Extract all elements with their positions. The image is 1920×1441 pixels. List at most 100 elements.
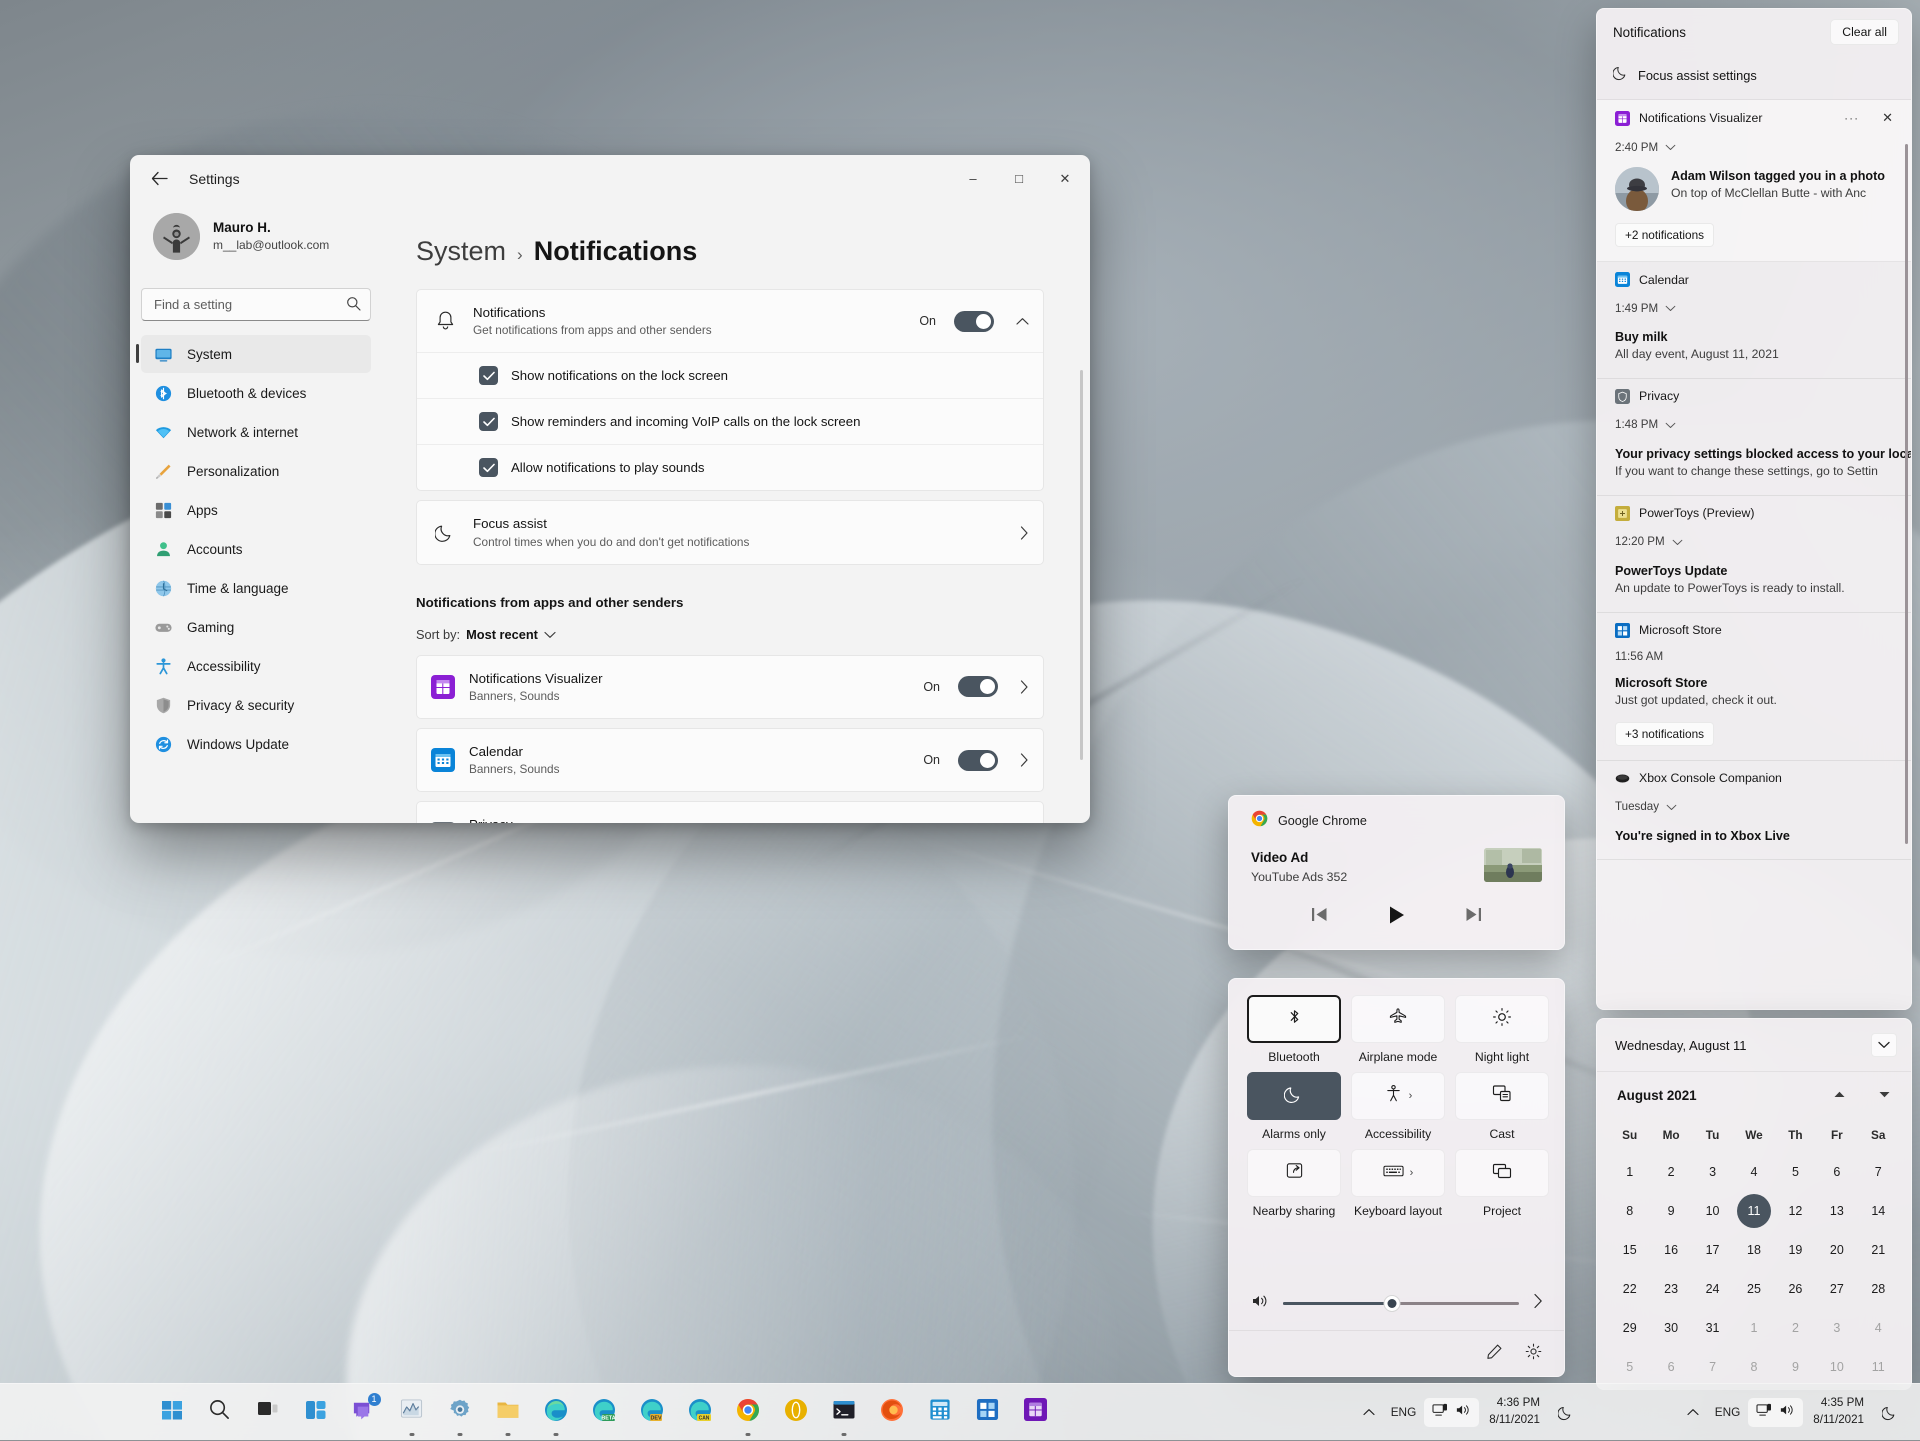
calendar-day[interactable]: 10 [1692, 1191, 1733, 1230]
calendar-day[interactable]: 11 [1733, 1191, 1774, 1230]
gear-icon[interactable] [1525, 1343, 1542, 1365]
notification-overflow-button[interactable]: ··· [1844, 111, 1859, 125]
calendar-day[interactable]: 31 [1692, 1308, 1733, 1347]
calendar-day[interactable]: 4 [1858, 1308, 1899, 1347]
app-graph[interactable] [388, 1384, 436, 1441]
calendar-day[interactable]: 23 [1650, 1269, 1691, 1308]
calendar-day[interactable]: 17 [1692, 1230, 1733, 1269]
notifications-master-row[interactable]: Notifications Get notifications from app… [417, 290, 1043, 352]
skip-back-icon[interactable] [1310, 906, 1329, 928]
pencil-icon[interactable] [1486, 1343, 1503, 1365]
caret-up-icon[interactable] [1833, 1086, 1846, 1104]
notifications-toggle[interactable] [954, 311, 994, 332]
clock-primary[interactable]: 4:36 PM 8/11/2021 [1479, 1395, 1550, 1429]
calculator[interactable] [916, 1384, 964, 1441]
quick-tile-night-light[interactable] [1455, 995, 1549, 1043]
widgets-button[interactable] [292, 1384, 340, 1441]
chevron-up-icon[interactable] [1355, 1392, 1383, 1432]
maximize-button[interactable]: □ [996, 155, 1042, 202]
notification-option-row[interactable]: Show reminders and incoming VoIP calls o… [417, 398, 1043, 444]
sidebar-item-privacy-security[interactable]: Privacy & security [141, 686, 371, 724]
calendar-day[interactable]: 1 [1609, 1152, 1650, 1191]
calendar-day[interactable]: 3 [1692, 1152, 1733, 1191]
checkbox[interactable] [479, 366, 498, 385]
notification-group[interactable]: PowerToys (Preview)12:20 PMPowerToys Upd… [1597, 496, 1911, 613]
sidebar-item-network-internet[interactable]: Network & internet [141, 413, 371, 451]
calendar-day[interactable]: 26 [1775, 1269, 1816, 1308]
quick-tile-nearby-sharing[interactable] [1247, 1149, 1341, 1197]
calendar-day[interactable]: 9 [1775, 1347, 1816, 1386]
notification-group[interactable]: Privacy1:48 PMYour privacy settings bloc… [1597, 379, 1911, 496]
moon-icon[interactable] [1874, 1392, 1906, 1432]
calendar-day[interactable]: 12 [1775, 1191, 1816, 1230]
calendar-day[interactable]: 3 [1816, 1308, 1857, 1347]
quick-tile-accessibility[interactable]: › [1351, 1072, 1445, 1120]
sidebar-item-accounts[interactable]: Accounts [141, 530, 371, 568]
quick-tile-alarms-only[interactable] [1247, 1072, 1341, 1120]
calendar-day[interactable]: 8 [1609, 1191, 1650, 1230]
edge-beta[interactable]: BETA [580, 1384, 628, 1441]
minimize-button[interactable]: – [950, 155, 996, 202]
quick-tile-project[interactable] [1455, 1149, 1549, 1197]
play-icon[interactable] [1387, 905, 1406, 930]
tray-status-group[interactable] [1424, 1398, 1479, 1427]
calendar-day[interactable]: 5 [1609, 1347, 1650, 1386]
app-settings[interactable] [436, 1384, 484, 1441]
breadcrumb-parent[interactable]: System [416, 236, 506, 267]
volume-slider[interactable] [1283, 1302, 1519, 1305]
sidebar-item-apps[interactable]: Apps [141, 491, 371, 529]
sidebar-item-gaming[interactable]: Gaming [141, 608, 371, 646]
chevron-down-icon[interactable] [1665, 138, 1676, 156]
chevron-right-icon[interactable] [1533, 1293, 1544, 1314]
chevron-down-icon[interactable] [1871, 1033, 1897, 1057]
calendar-day[interactable]: 16 [1650, 1230, 1691, 1269]
calendar-day[interactable]: 14 [1858, 1191, 1899, 1230]
microsoft-store[interactable] [964, 1384, 1012, 1441]
sidebar-item-accessibility[interactable]: Accessibility [141, 647, 371, 685]
edge-canary[interactable]: CAN [676, 1384, 724, 1441]
app-notification-toggle[interactable] [958, 750, 998, 771]
quick-tile-airplane-mode[interactable] [1351, 995, 1445, 1043]
more-notifications-button[interactable]: +2 notifications [1615, 223, 1714, 247]
app-notification-row[interactable]: PrivacyBanners, SoundsOn [416, 801, 1044, 823]
windows-terminal[interactable] [820, 1384, 868, 1441]
calendar-day[interactable]: 8 [1733, 1347, 1774, 1386]
volume-slider-thumb[interactable] [1383, 1295, 1400, 1312]
notification-option-row[interactable]: Allow notifications to play sounds [417, 444, 1043, 490]
calendar-day[interactable]: 10 [1816, 1347, 1857, 1386]
opera[interactable] [772, 1384, 820, 1441]
calendar-month-label[interactable]: August 2021 [1617, 1088, 1697, 1103]
calendar-day[interactable]: 9 [1650, 1191, 1691, 1230]
skip-forward-icon[interactable] [1464, 906, 1483, 928]
app-notification-toggle[interactable] [958, 676, 998, 697]
notification-scrollbar[interactable] [1905, 144, 1908, 844]
app-notification-row[interactable]: CalendarBanners, SoundsOn [416, 728, 1044, 792]
tray-status-group[interactable] [1748, 1398, 1803, 1427]
calendar-day[interactable]: 21 [1858, 1230, 1899, 1269]
notification-group[interactable]: Xbox Console CompanionTuesdayYou're sign… [1597, 761, 1911, 860]
search-input[interactable] [141, 288, 371, 321]
moon-icon[interactable] [1550, 1392, 1582, 1432]
notification-group[interactable]: Notifications Visualizer···✕2:40 PMAdam … [1597, 100, 1911, 262]
chevron-down-icon[interactable] [1665, 299, 1676, 317]
language-indicator[interactable]: ENG [1707, 1392, 1749, 1432]
chat-button[interactable]: 1 [340, 1384, 388, 1441]
calendar-day[interactable]: 18 [1733, 1230, 1774, 1269]
edge-dev[interactable]: DEV [628, 1384, 676, 1441]
microsoft-edge[interactable] [532, 1384, 580, 1441]
chevron-up-icon[interactable] [1008, 317, 1029, 326]
calendar-day[interactable]: 20 [1816, 1230, 1857, 1269]
sidebar-item-bluetooth-devices[interactable]: Bluetooth & devices [141, 374, 371, 412]
calendar-day[interactable]: 27 [1816, 1269, 1857, 1308]
calendar-day[interactable]: 30 [1650, 1308, 1691, 1347]
calendar-day[interactable]: 13 [1816, 1191, 1857, 1230]
calendar-day[interactable]: 28 [1858, 1269, 1899, 1308]
chevron-down-icon[interactable] [1672, 533, 1683, 551]
start-button[interactable] [148, 1384, 196, 1441]
focus-assist-card[interactable]: Focus assist Control times when you do a… [416, 500, 1044, 564]
file-explorer[interactable] [484, 1384, 532, 1441]
clock-secondary[interactable]: 4:35 PM 8/11/2021 [1803, 1395, 1874, 1429]
notification-group[interactable]: Calendar1:49 PMBuy milkAll day event, Au… [1597, 262, 1911, 379]
account-summary[interactable]: Mauro H. m__lab@outlook.com [141, 202, 371, 266]
checkbox[interactable] [479, 412, 498, 431]
